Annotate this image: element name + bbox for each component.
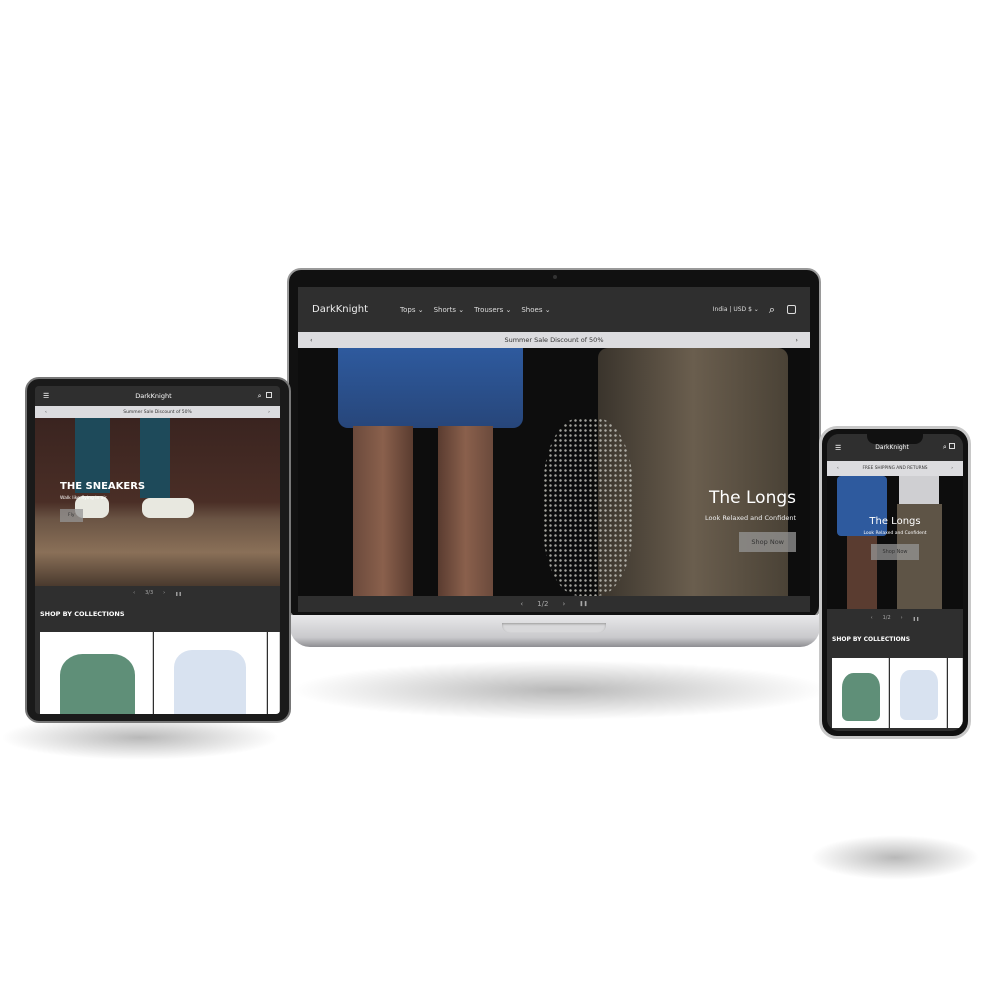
- collection-card-more[interactable]: [268, 632, 280, 714]
- slide-counter: 1/2: [537, 600, 549, 608]
- next-announcement-icon[interactable]: ›: [795, 336, 798, 344]
- slider-controls: ‹ 1/2 › ❚❚: [298, 596, 810, 612]
- menu-icon[interactable]: ☰: [835, 444, 841, 452]
- laptop-screen: DarkKnight Tops ⌄ Shorts ⌄ Trousers ⌄ Sh…: [298, 287, 810, 612]
- cart-icon[interactable]: [948, 443, 955, 449]
- prev-announcement-icon[interactable]: ‹: [837, 466, 839, 471]
- next-slide-icon[interactable]: ›: [901, 615, 903, 621]
- prev-announcement-icon[interactable]: ‹: [45, 410, 47, 415]
- laptop: DarkKnight Tops ⌄ Shorts ⌄ Trousers ⌄ Sh…: [287, 268, 821, 620]
- slider-controls: ‹ 3/3 › ❚❚: [35, 586, 280, 600]
- slide-counter: 1/2: [882, 615, 891, 621]
- camera: [553, 275, 557, 279]
- hero-subtitle: Walk like flying in air: [60, 496, 107, 501]
- locale-selector[interactable]: India | USD $ ⌄: [713, 306, 759, 313]
- prev-slide-icon[interactable]: ‹: [871, 615, 873, 621]
- hero-title: The Longs: [708, 488, 796, 508]
- notch: [867, 434, 923, 444]
- search-icon[interactable]: ⌕: [258, 392, 262, 400]
- hero-subtitle: Look Relaxed and Confident: [863, 531, 927, 536]
- next-slide-icon[interactable]: ›: [562, 600, 565, 608]
- hero-title: The Longs: [869, 516, 921, 527]
- collection-card-shirts[interactable]: [890, 658, 947, 728]
- phone-shadow: [810, 835, 980, 880]
- brand-logo[interactable]: DarkKnight: [312, 304, 400, 315]
- collection-card-shirts[interactable]: [154, 632, 267, 714]
- announcement-text: FREE SHIPPING AND RETURNS: [862, 466, 928, 471]
- hero-slide: The Longs Look Relaxed and Confident Sho…: [827, 476, 963, 609]
- laptop-base: [290, 615, 820, 647]
- next-slide-icon[interactable]: ›: [163, 590, 165, 596]
- search-icon[interactable]: ⌕: [769, 303, 775, 317]
- shop-now-button[interactable]: Shop Now: [739, 532, 796, 552]
- site-header: ☰ DarkKnight ⌕: [35, 386, 280, 406]
- nav-trousers[interactable]: Trousers ⌄: [474, 306, 511, 314]
- collection-card-more[interactable]: [948, 658, 963, 728]
- announcement-text: Summer Sale Discount of 50%: [504, 336, 604, 344]
- brand-logo[interactable]: DarkKnight: [875, 444, 909, 451]
- fly-button[interactable]: Fly: [60, 509, 83, 522]
- announcement-bar: ‹ Summer Sale Discount of 50% ›: [298, 332, 810, 348]
- nav-tops[interactable]: Tops ⌄: [400, 306, 424, 314]
- laptop-shadow: [290, 660, 830, 720]
- menu-icon[interactable]: ☰: [43, 392, 49, 400]
- cart-icon[interactable]: [265, 391, 272, 398]
- collection-card-sweaters[interactable]: [40, 632, 153, 714]
- pause-icon[interactable]: ❚❚: [175, 591, 182, 596]
- brand-logo[interactable]: DarkKnight: [135, 392, 171, 400]
- announcement-text: Summer Sale Discount of 50%: [123, 409, 192, 415]
- next-announcement-icon[interactable]: ›: [951, 466, 953, 471]
- phone-screen: ☰ DarkKnight ⌕ ‹ FREE SHIPPING AND RETUR…: [827, 434, 963, 731]
- tablet: ☰ DarkKnight ⌕ ‹ Summer Sale Discount of…: [25, 377, 291, 723]
- tablet-screen: ☰ DarkKnight ⌕ ‹ Summer Sale Discount of…: [35, 386, 280, 714]
- announcement-bar: ‹ FREE SHIPPING AND RETURNS ›: [827, 461, 963, 476]
- section-title: SHOP BY COLLECTIONS: [40, 610, 125, 618]
- hero-slide: The Longs Look Relaxed and Confident Sho…: [298, 348, 810, 596]
- search-icon[interactable]: ⌕: [943, 443, 947, 451]
- collection-card-sweaters[interactable]: [832, 658, 889, 728]
- nav-shorts[interactable]: Shorts ⌄: [434, 306, 465, 314]
- prev-announcement-icon[interactable]: ‹: [310, 336, 313, 344]
- site-header: DarkKnight Tops ⌄ Shorts ⌄ Trousers ⌄ Sh…: [298, 287, 810, 332]
- hero-subtitle: Look Relaxed and Confident: [705, 514, 796, 522]
- phone: ☰ DarkKnight ⌕ ‹ FREE SHIPPING AND RETUR…: [819, 426, 971, 739]
- pause-icon[interactable]: ❚❚: [579, 601, 587, 607]
- prev-slide-icon[interactable]: ‹: [133, 590, 135, 596]
- hero-slide: THE SNEAKERS Walk like flying in air Fly: [35, 418, 280, 586]
- hero-title: THE SNEAKERS: [60, 481, 146, 492]
- announcement-bar: ‹ Summer Sale Discount of 50% ›: [35, 406, 280, 418]
- pause-icon[interactable]: ❚❚: [913, 616, 920, 621]
- next-announcement-icon[interactable]: ›: [268, 410, 270, 415]
- cart-icon[interactable]: [787, 305, 796, 314]
- slider-controls: ‹ 1/2 › ❚❚: [827, 609, 963, 627]
- slide-counter: 3/3: [145, 590, 154, 596]
- shop-now-button[interactable]: Shop Now: [871, 544, 919, 560]
- nav-shoes[interactable]: Shoes ⌄: [521, 306, 550, 314]
- prev-slide-icon[interactable]: ‹: [520, 600, 523, 608]
- section-title: SHOP BY COLLECTIONS: [832, 636, 911, 643]
